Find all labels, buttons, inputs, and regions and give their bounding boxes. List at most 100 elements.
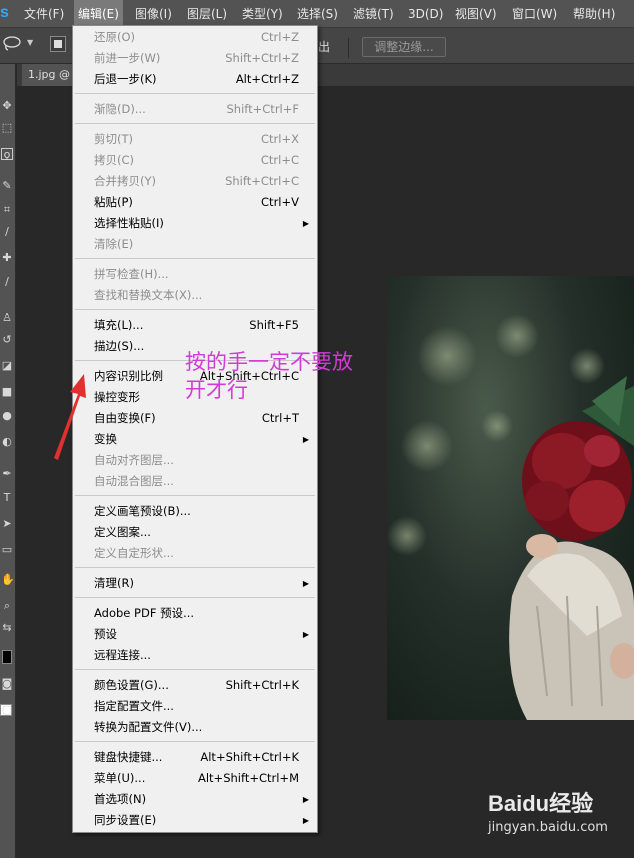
menu-item-free-transform[interactable]: 自由变换(F) Ctrl+T — [73, 408, 317, 429]
menu-separator — [75, 567, 315, 568]
menu-item-auto-align-layers[interactable]: 自动对齐图层... — [73, 450, 317, 471]
menu-item-auto-blend-layers[interactable]: 自动混合图层... — [73, 471, 317, 492]
menu-item-label: 渐隐(D)... — [94, 102, 146, 116]
shape-tool-icon[interactable]: ▭ — [1, 544, 13, 556]
menu-item-cut[interactable]: 剪切(T) Ctrl+X — [73, 129, 317, 150]
menu-item-label: 菜单(U)... — [94, 771, 146, 785]
menu-separator — [75, 93, 315, 94]
menu-separator — [75, 123, 315, 124]
dodge-tool-icon[interactable]: ◐ — [1, 436, 13, 448]
menu-item-preferences[interactable]: 首选项(N) ▶ — [73, 789, 317, 810]
menu-item-define-pattern[interactable]: 定义图案... — [73, 522, 317, 543]
quick-mask-icon[interactable]: ◙ — [1, 678, 13, 690]
menu-view[interactable]: 视图(V) — [455, 0, 497, 28]
menu-item-define-custom-shape[interactable]: 定义自定形状... — [73, 543, 317, 564]
menu-item-label: 自动混合图层... — [94, 474, 174, 488]
lasso-tool-selected-icon[interactable]: ϙ — [1, 148, 13, 161]
menu-item-purge[interactable]: 清理(R) ▶ — [73, 573, 317, 594]
menu-item-shortcut: Ctrl+X — [261, 132, 299, 146]
menu-item-label: 指定配置文件... — [94, 699, 174, 713]
hand-tool-icon[interactable]: ✋ — [1, 574, 15, 586]
pen-tool-icon[interactable]: ✒ — [1, 468, 13, 480]
watermark-url: jingyan.baidu.com — [488, 820, 608, 835]
crop-tool-icon[interactable]: ⌗ — [1, 204, 13, 216]
history-brush-tool-icon[interactable]: ↺ — [1, 334, 13, 346]
menu-item-adobe-pdf-presets[interactable]: Adobe PDF 预设... — [73, 603, 317, 624]
menu-edit[interactable]: 编辑(E) — [74, 0, 123, 28]
adjust-edge-button[interactable]: 调整边缘... — [362, 37, 446, 57]
lasso-tool-icon[interactable] — [2, 36, 22, 52]
swap-colors-icon[interactable]: ⇆ — [1, 622, 13, 634]
path-selection-tool-icon[interactable]: ➤ — [1, 518, 13, 530]
menu-item-label: 预设 — [94, 627, 117, 641]
marquee-tool-icon[interactable]: ⬚ — [1, 122, 13, 134]
menu-item-color-settings[interactable]: 颜色设置(G)... Shift+Ctrl+K — [73, 675, 317, 696]
menu-item-step-forward[interactable]: 前进一步(W) Shift+Ctrl+Z — [73, 48, 317, 69]
menu-item-label: 剪切(T) — [94, 132, 133, 146]
menu-3d[interactable]: 3D(D) — [408, 0, 443, 28]
menu-file[interactable]: 文件(F) — [24, 0, 64, 28]
menu-item-define-brush-preset[interactable]: 定义画笔预设(B)... — [73, 501, 317, 522]
menu-item-convert-to-profile[interactable]: 转换为配置文件(V)... — [73, 717, 317, 738]
menu-item-step-backward[interactable]: 后退一步(K) Alt+Ctrl+Z — [73, 69, 317, 90]
menu-item-label: 拷贝(C) — [94, 153, 135, 167]
menu-item-paste[interactable]: 粘贴(P) Ctrl+V — [73, 192, 317, 213]
eyedropper-tool-icon[interactable]: ∕ — [1, 226, 13, 238]
menu-item-label: 操控变形 — [94, 390, 140, 404]
menu-item-clear[interactable]: 清除(E) — [73, 234, 317, 255]
baidu-watermark: Baidu经验 jingyan.baidu.com — [488, 786, 608, 846]
tool-preset-chevron-icon[interactable]: ▼ — [27, 38, 33, 47]
photoshop-logo-icon: s — [0, 4, 9, 21]
menu-separator — [75, 309, 315, 310]
menu-item-fade[interactable]: 渐隐(D)... Shift+Ctrl+F — [73, 99, 317, 120]
menu-separator — [75, 741, 315, 742]
menu-bar: s 文件(F) 编辑(E) 图像(I) 图层(L) 类型(Y) 选择(S) 滤镜… — [0, 0, 634, 28]
clone-stamp-tool-icon[interactable]: ♙ — [1, 312, 13, 324]
menu-item-label: 清除(E) — [94, 237, 134, 251]
menu-item-find-replace-text[interactable]: 查找和替换文本(X)... — [73, 285, 317, 306]
menu-item-copy[interactable]: 拷贝(C) Ctrl+C — [73, 150, 317, 171]
menu-filter[interactable]: 滤镜(T) — [353, 0, 394, 28]
gradient-tool-icon[interactable]: ■ — [1, 386, 13, 398]
menu-item-copy-merged[interactable]: 合并拷贝(Y) Shift+Ctrl+C — [73, 171, 317, 192]
menu-layer[interactable]: 图层(L) — [187, 0, 227, 28]
menu-item-keyboard-shortcuts[interactable]: 键盘快捷键... Alt+Shift+Ctrl+K — [73, 747, 317, 768]
menu-item-sync-settings[interactable]: 同步设置(E) ▶ — [73, 810, 317, 831]
menu-item-paste-special[interactable]: 选择性粘贴(I) ▶ — [73, 213, 317, 234]
menu-item-menus[interactable]: 菜单(U)... Alt+Shift+Ctrl+M — [73, 768, 317, 789]
screen-mode-icon[interactable]: ▢ — [1, 704, 13, 716]
output-label: 出 — [318, 40, 331, 54]
menu-help[interactable]: 帮助(H) — [573, 0, 615, 28]
menu-item-remote-connections[interactable]: 远程连接... — [73, 645, 317, 666]
menu-image[interactable]: 图像(I) — [135, 0, 172, 28]
menu-item-label: 远程连接... — [94, 648, 151, 662]
menu-select[interactable]: 选择(S) — [297, 0, 338, 28]
eraser-tool-icon[interactable]: ◪ — [1, 360, 13, 372]
healing-brush-tool-icon[interactable]: ✚ — [1, 252, 13, 264]
photo-image — [387, 314, 634, 720]
menu-item-assign-profile[interactable]: 指定配置文件... — [73, 696, 317, 717]
background-color-swatch[interactable] — [2, 650, 12, 664]
quick-selection-tool-icon[interactable]: ✎ — [1, 180, 13, 192]
brush-tool-icon[interactable]: ∕ — [1, 276, 13, 288]
type-tool-icon[interactable]: T — [1, 492, 13, 504]
menu-type[interactable]: 类型(Y) — [242, 0, 283, 28]
menu-separator — [75, 669, 315, 670]
menu-item-check-spelling[interactable]: 拼写检查(H)... — [73, 264, 317, 285]
move-tool-icon[interactable]: ✥ — [1, 100, 13, 112]
document-tab[interactable]: 1.jpg @ — [22, 64, 77, 86]
menu-item-label: 粘贴(P) — [94, 195, 133, 209]
menu-item-fill[interactable]: 填充(L)... Shift+F5 — [73, 315, 317, 336]
menu-item-transform[interactable]: 变换 ▶ — [73, 429, 317, 450]
zoom-tool-icon[interactable]: ⌕ — [1, 600, 13, 612]
menu-item-label: 同步设置(E) — [94, 813, 157, 827]
menu-window[interactable]: 窗口(W) — [512, 0, 557, 28]
menu-separator — [75, 495, 315, 496]
menu-item-undo[interactable]: 还原(O) Ctrl+Z — [73, 27, 317, 48]
menu-item-label: 定义图案... — [94, 525, 151, 539]
annotation-line-2: 开才行 — [185, 378, 248, 402]
blur-tool-icon[interactable]: ● — [1, 410, 13, 422]
menu-item-presets[interactable]: 预设 ▶ — [73, 624, 317, 645]
menu-item-label: 键盘快捷键... — [94, 750, 163, 764]
menu-item-label: 定义画笔预设(B)... — [94, 504, 191, 518]
